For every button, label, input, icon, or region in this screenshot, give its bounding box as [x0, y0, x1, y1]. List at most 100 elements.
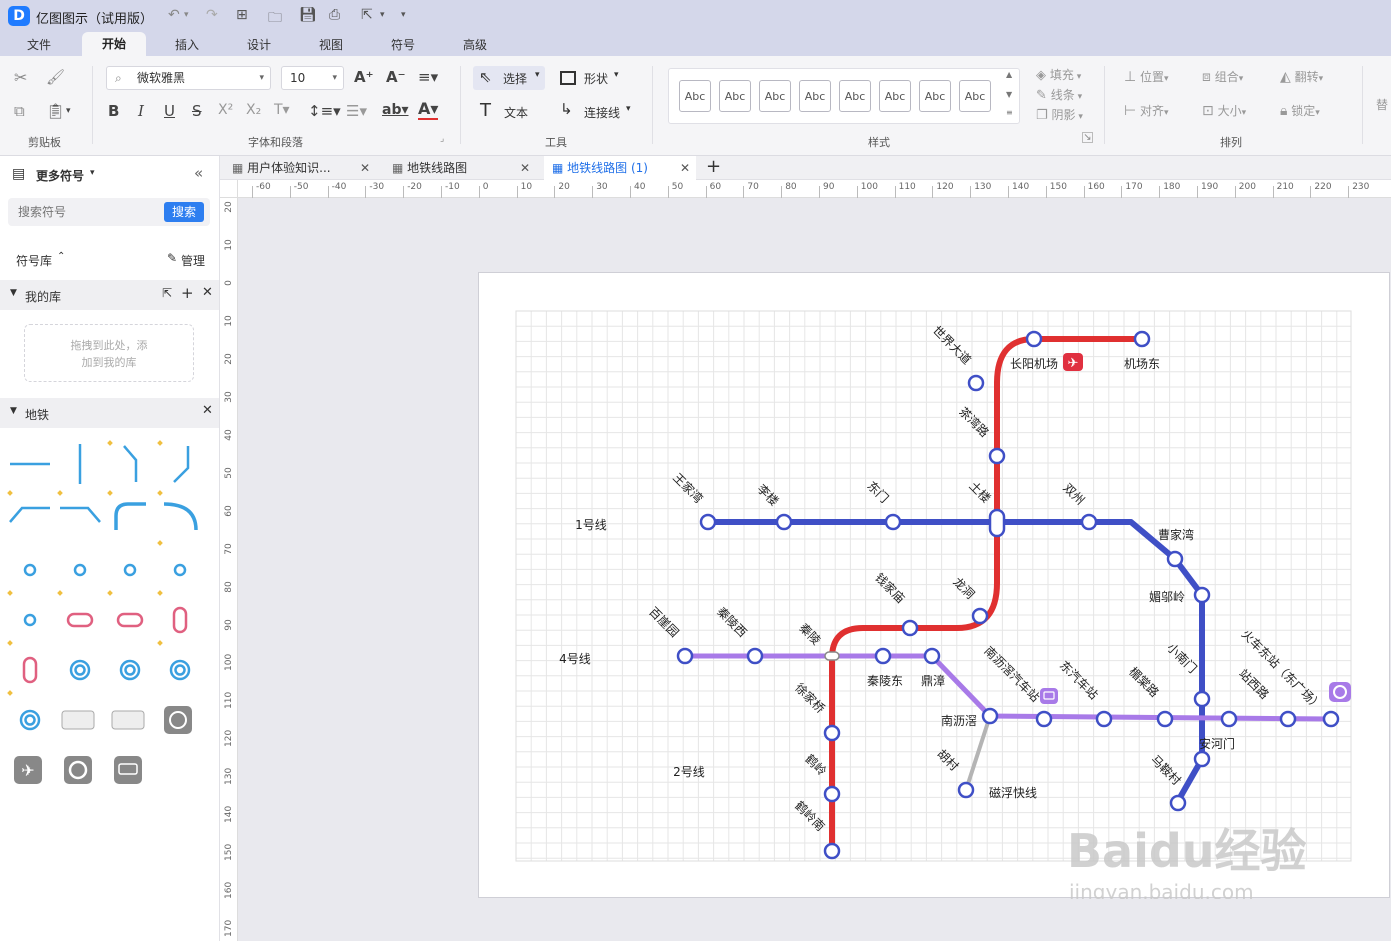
new-tab-icon[interactable]: +: [706, 155, 721, 179]
undo-icon[interactable]: ↶: [168, 7, 180, 23]
drawing-page[interactable]: 世界大道 长阳机场 机场东 茶湾路 王家湾 李楼 东门 土楼 双州 曹家湾 媚邬岭 钱家庙 龙洞 百崖园秦…: [478, 272, 1390, 904]
station-node[interactable]: [923, 647, 941, 665]
station-node[interactable]: [699, 513, 717, 531]
station-node[interactable]: [981, 707, 999, 725]
open-folder-icon[interactable]: 🗀: [268, 7, 282, 31]
station-node[interactable]: [1080, 513, 1098, 531]
style-swatch[interactable]: Abc: [799, 80, 831, 112]
select-tool-button[interactable]: ⇖ 选择 ▾: [473, 66, 545, 90]
underline-icon[interactable]: U: [164, 102, 175, 120]
symbol-curve-line[interactable]: [114, 502, 146, 530]
export-dropdown-icon[interactable]: ▾: [380, 10, 385, 20]
bullet-list-icon[interactable]: ☰▾: [346, 102, 367, 120]
tab-doc-1[interactable]: ▦ 用户体验知识... ✕: [232, 156, 376, 180]
station-node[interactable]: [1156, 710, 1174, 728]
style-swatch[interactable]: Abc: [839, 80, 871, 112]
station-node[interactable]: [823, 842, 841, 860]
group-button[interactable]: ⧈ 组合▾: [1202, 68, 1243, 85]
close-icon[interactable]: ✕: [202, 285, 213, 300]
station-node[interactable]: [676, 647, 694, 665]
text-tool-button[interactable]: T 文本: [478, 100, 538, 124]
station-node[interactable]: [971, 607, 989, 625]
ribbon-overflow-item[interactable]: 替: [1376, 96, 1388, 113]
paste-dropdown-icon[interactable]: ▾: [66, 106, 71, 116]
station-node[interactable]: [775, 513, 793, 531]
symbol-curve-line[interactable]: [163, 502, 198, 531]
position-button[interactable]: ⊥ 位置▾: [1124, 68, 1169, 85]
my-library-header[interactable]: ▼ 我的库 ⇱ + ✕: [0, 280, 219, 310]
station-node[interactable]: [1193, 750, 1211, 768]
menu-insert[interactable]: 插入: [175, 36, 199, 53]
symbol-station-circle[interactable]: [23, 613, 37, 627]
symbol-transfer-station[interactable]: [116, 612, 144, 628]
symbol-transfer-station[interactable]: [22, 656, 38, 684]
symbol-terminal-circle[interactable]: [69, 659, 91, 681]
station-node[interactable]: [1025, 330, 1043, 348]
menu-home[interactable]: 开始: [82, 32, 147, 56]
transfer-station[interactable]: [988, 508, 1006, 538]
station-node[interactable]: [1193, 586, 1211, 604]
add-icon[interactable]: +: [181, 284, 194, 302]
style-swatch[interactable]: Abc: [679, 80, 711, 112]
tab-doc-2[interactable]: ▦ 地铁线路图 ✕: [392, 156, 536, 180]
strikethrough-icon[interactable]: S: [192, 102, 202, 120]
metro-library-header[interactable]: ▼ 地铁 ✕: [0, 398, 219, 428]
tab-doc-3[interactable]: ▦ 地铁线路图 (1) ✕: [544, 156, 696, 180]
style-swatch[interactable]: Abc: [959, 80, 991, 112]
close-icon[interactable]: ✕: [202, 403, 213, 418]
shrink-font-icon[interactable]: A⁻: [386, 68, 406, 86]
dialog-launcher-icon[interactable]: ⌟: [440, 134, 444, 144]
horizontal-ruler[interactable]: -60 -50 -40 -30 -20 -10 0 10 20 30 40 50 60 70 80 90 100…: [238, 180, 1391, 198]
symbol-search-button[interactable]: 搜索: [164, 202, 204, 222]
station-node[interactable]: [874, 647, 892, 665]
drawing-canvas[interactable]: 世界大道 长阳机场 机场东 茶湾路 王家湾 李楼 东门 土楼 双州 曹家湾 媚邬岭 钱家庙 龙洞 百崖园秦…: [238, 198, 1391, 941]
font-size-select[interactable]: 10 ▾: [281, 66, 344, 90]
scroll-down-icon[interactable]: ▼: [1006, 90, 1012, 99]
symbol-search-input[interactable]: [12, 201, 162, 223]
close-icon[interactable]: ✕: [360, 156, 370, 180]
shape-tool-button[interactable]: 形状 ▾: [558, 66, 630, 90]
symbol-transfer-station[interactable]: [66, 612, 94, 628]
collapse-sidebar-icon[interactable]: «: [194, 164, 203, 182]
symbol-station-circle[interactable]: [23, 563, 37, 577]
vertical-ruler[interactable]: 20 10 0 10 20 30 40 50 60 70 80 90 100 110 120 130 140 15…: [220, 198, 238, 941]
symbol-library-label[interactable]: 符号库: [16, 252, 52, 269]
undo-dropdown-icon[interactable]: ▾: [184, 10, 189, 20]
manage-button[interactable]: 管理: [181, 252, 205, 269]
chevron-down-icon[interactable]: ▾: [90, 168, 95, 178]
menu-design[interactable]: 设计: [247, 36, 271, 53]
station-node[interactable]: [1166, 550, 1184, 568]
italic-icon[interactable]: I: [138, 102, 144, 120]
symbol-bend-line[interactable]: [9, 506, 50, 523]
bold-icon[interactable]: B: [108, 102, 119, 120]
symbol-terminal-circle[interactable]: [119, 659, 141, 681]
station-node[interactable]: [957, 781, 975, 799]
symbol-terminal-circle[interactable]: [169, 659, 191, 681]
symbol-bend-line[interactable]: [60, 506, 101, 523]
symbol-station-circle[interactable]: [123, 563, 137, 577]
line-button[interactable]: ✎ 线条 ▾: [1036, 86, 1082, 103]
style-swatch[interactable]: Abc: [919, 80, 951, 112]
save-icon[interactable]: 💾︎: [299, 7, 317, 23]
style-swatch[interactable]: Abc: [879, 80, 911, 112]
shadow-button[interactable]: ❐ 阴影 ▾: [1036, 106, 1083, 123]
lock-button[interactable]: 🔒︎ 锁定▾: [1280, 102, 1320, 119]
menu-file[interactable]: 文件: [27, 36, 51, 53]
superscript-icon[interactable]: X²: [218, 102, 233, 118]
import-icon[interactable]: ⇱: [162, 286, 172, 300]
font-color-icon[interactable]: A▾: [418, 100, 439, 120]
chevron-up-icon[interactable]: ⌃: [57, 251, 65, 262]
new-file-icon[interactable]: ⊞: [236, 7, 248, 23]
symbol-bend-line[interactable]: [173, 446, 190, 483]
dialog-launcher-icon[interactable]: ↘: [1082, 132, 1093, 143]
station-node[interactable]: [1322, 710, 1340, 728]
station-node[interactable]: [1095, 710, 1113, 728]
text-case-icon[interactable]: T▾: [274, 102, 290, 118]
format-painter-icon[interactable]: 🖌︎: [46, 68, 65, 86]
menu-view[interactable]: 视图: [319, 36, 343, 53]
station-node[interactable]: [1035, 710, 1053, 728]
fill-button[interactable]: ◈ 填充 ▾: [1036, 66, 1081, 83]
connector-tool-button[interactable]: ↳ 连接线 ▾: [558, 100, 638, 124]
station-node[interactable]: [901, 619, 919, 637]
customize-toolbar-icon[interactable]: ▾: [401, 10, 406, 20]
